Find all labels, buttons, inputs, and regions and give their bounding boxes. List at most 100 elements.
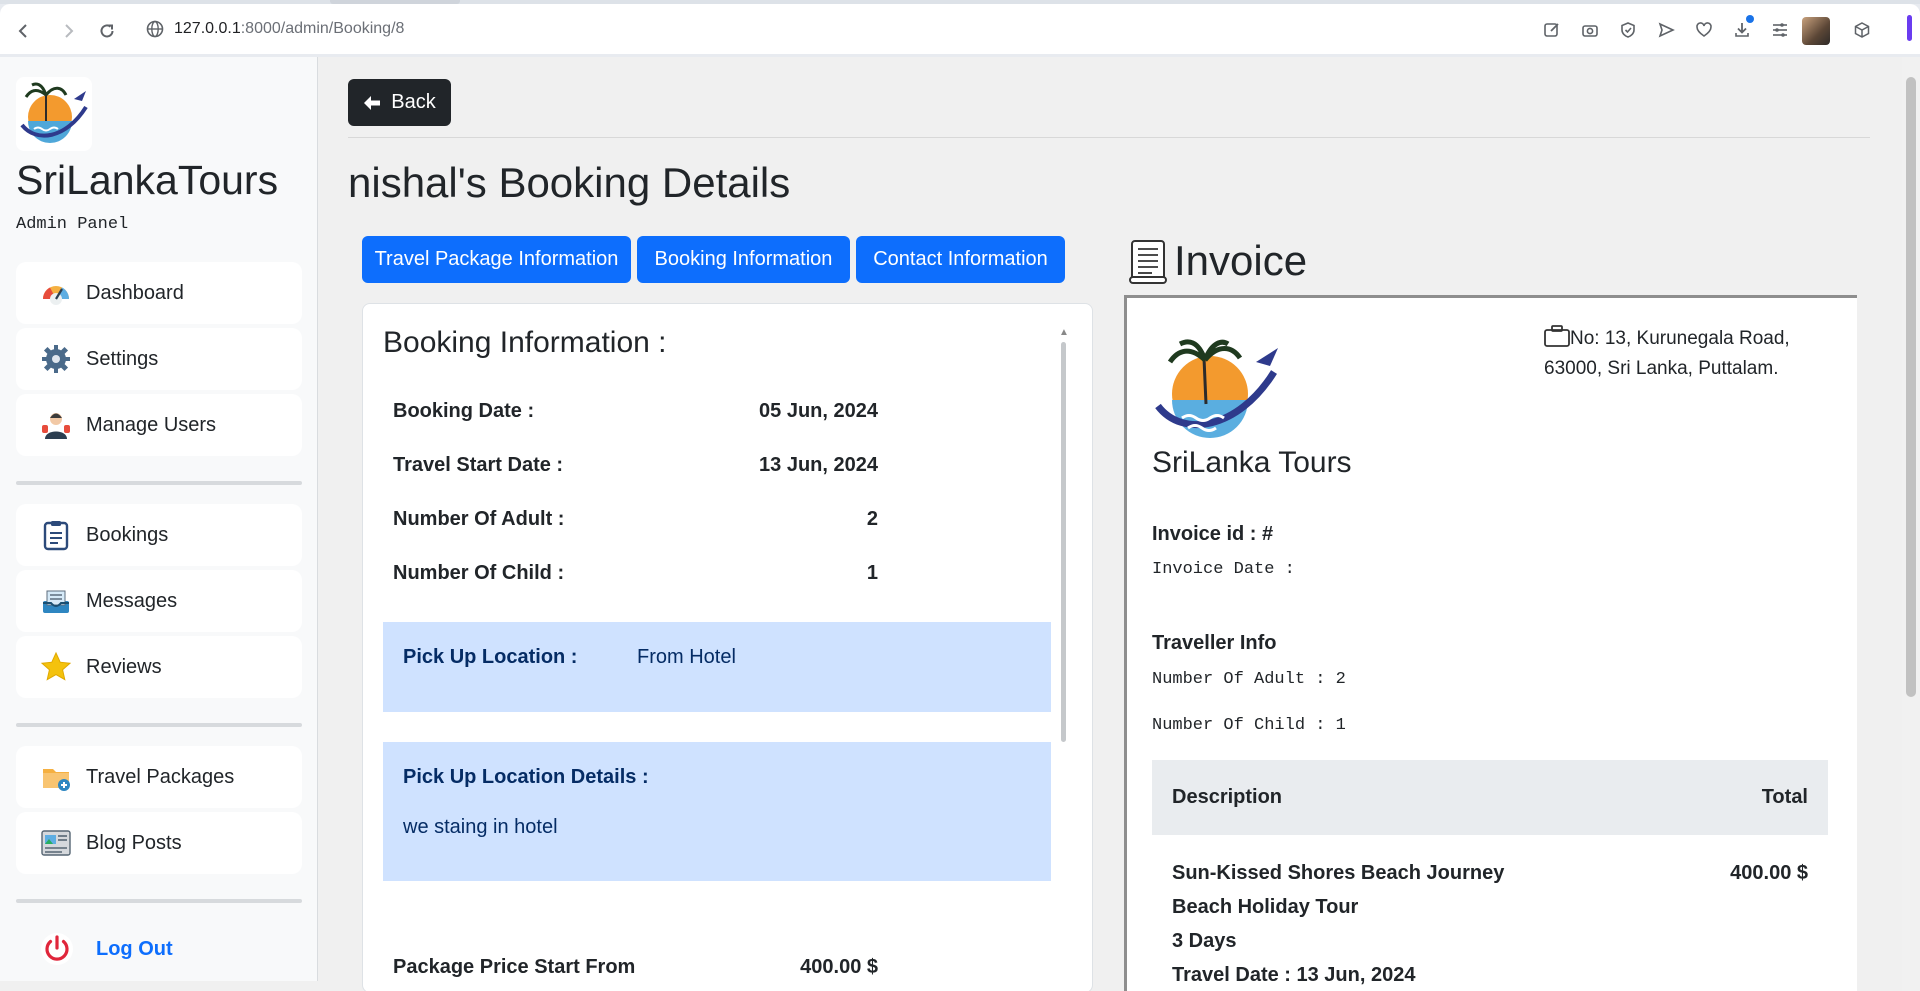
invoice-child-count: Number Of Child : 1: [1152, 716, 1346, 735]
invoice-header: Invoice: [1128, 237, 1307, 285]
cube-icon[interactable]: [1850, 18, 1874, 42]
pickup-location-label: Pick Up Location :: [403, 646, 578, 668]
url-path: :8000/admin/Booking/8: [240, 20, 405, 37]
sidebar-item-label: Blog Posts: [86, 831, 182, 854]
invoice-adult-count: Number Of Adult : 2: [1152, 670, 1346, 689]
sidebar-divider: [16, 481, 302, 485]
profile-avatar[interactable]: [1802, 17, 1830, 45]
users-icon: [42, 413, 70, 439]
info-row-travel-start-date: Travel Start Date : 13 Jun, 2024: [393, 454, 878, 477]
row-value: 2: [866, 508, 878, 530]
forward-arrow-icon[interactable]: [58, 20, 80, 42]
sidebar-item-blog-posts[interactable]: Blog Posts: [16, 812, 302, 874]
row-label: Travel Start Date :: [393, 454, 564, 476]
browser-chrome: 127.0.0.1:8000/admin/Booking/8: [0, 0, 1920, 57]
item-duration: 3 Days: [1172, 930, 1237, 952]
power-icon: [41, 933, 73, 965]
invoice-table-header: Description Total: [1152, 760, 1828, 835]
logo-icon[interactable]: [16, 77, 92, 151]
arrow-left-icon: [364, 95, 381, 110]
pickup-details-box: Pick Up Location Details : we staing in …: [383, 742, 1051, 881]
extensions-area: [1540, 15, 1920, 45]
item-name: Sun-Kissed Shores Beach Journey: [1172, 862, 1505, 884]
package-icon: [43, 769, 70, 791]
info-row-package-price: Package Price Start From 400.00 $: [393, 956, 878, 979]
sidebar-item-reviews[interactable]: Reviews: [16, 636, 302, 698]
invoice-date: Invoice Date :: [1152, 560, 1295, 579]
sidebar-item-label: Bookings: [86, 523, 169, 546]
row-label: Number Of Child :: [393, 562, 565, 584]
card-scroll-thumb[interactable]: [1061, 342, 1066, 742]
sidebar-item-label: Manage Users: [86, 413, 217, 436]
header-divider: [348, 137, 1870, 138]
invoice-brand: SriLanka Tours: [1152, 446, 1352, 479]
main-content: Back nishal's Booking Details Travel Pac…: [318, 57, 1902, 991]
camera-icon[interactable]: [1578, 18, 1602, 42]
clipboard-icon: [43, 521, 69, 551]
sidebar-item-travel-packages[interactable]: Travel Packages: [16, 746, 302, 808]
send-icon[interactable]: [1654, 18, 1678, 42]
sidebar-divider: [16, 723, 302, 727]
invoice-line-item: Sun-Kissed Shores Beach Journey 400.00 $: [1172, 862, 1808, 885]
admin-sidebar: SriLankaTours Admin Panel Dashboard Sett…: [0, 57, 318, 981]
tab-contact-information[interactable]: Contact Information: [856, 236, 1065, 283]
sidebar-item-manage-users[interactable]: Manage Users: [16, 394, 302, 456]
row-value: 1: [866, 562, 878, 584]
tab-label: Booking Information: [654, 248, 833, 270]
briefcase-icon: [1544, 325, 1570, 347]
traveller-info-heading: Traveller Info: [1152, 632, 1277, 654]
info-row-booking-date: Booking Date : 05 Jun, 2024: [393, 400, 878, 423]
sidebar-brand: SriLankaTours: [16, 157, 279, 203]
sidebar-item-label: Travel Packages: [86, 765, 235, 788]
heart-icon[interactable]: [1692, 18, 1716, 42]
edit-icon[interactable]: [1540, 18, 1564, 42]
item-type: Beach Holiday Tour: [1172, 896, 1359, 918]
blog-icon: [41, 830, 71, 856]
site-info-icon[interactable]: [146, 20, 164, 38]
page-scrollbar[interactable]: [1902, 57, 1920, 991]
info-row-number-of-child: Number Of Child : 1: [393, 562, 878, 585]
invoice-scroll-icon: [1129, 240, 1167, 284]
sidebar-item-bookings[interactable]: Bookings: [16, 504, 302, 566]
info-row-number-of-adult: Number Of Adult : 2: [393, 508, 878, 531]
sidebar-item-messages[interactable]: Messages: [16, 570, 302, 632]
invoice-card: No: 13, Kurunegala Road, 63000, Sri Lank…: [1124, 295, 1857, 991]
customer-name: nishal: [348, 159, 458, 206]
download-badge: [1746, 15, 1754, 23]
sidebar-subtitle: Admin Panel: [16, 215, 129, 234]
page-title: nishal's Booking Details: [348, 159, 790, 207]
row-value: 13 Jun, 2024: [759, 454, 878, 476]
invoice-address-text: No: 13, Kurunegala Road, 63000, Sri Lank…: [1544, 328, 1790, 379]
back-arrow-icon[interactable]: [12, 20, 34, 42]
url-host: 127.0.0.1: [174, 20, 241, 37]
sidebar-item-settings[interactable]: Settings: [16, 328, 302, 390]
tab-label: Travel Package Information: [374, 248, 619, 270]
shield-icon[interactable]: [1616, 18, 1640, 42]
sidebar-item-label: Reviews: [86, 655, 162, 678]
tab-booking-information[interactable]: Booking Information: [637, 236, 850, 283]
sliders-icon[interactable]: [1768, 18, 1792, 42]
card-scrollbar[interactable]: ▲: [1059, 328, 1069, 748]
gear-icon: [42, 345, 70, 373]
sidebar-item-label: Messages: [86, 589, 178, 612]
address-bar[interactable]: 127.0.0.1:8000/admin/Booking/8: [146, 4, 404, 54]
tab-travel-package-information[interactable]: Travel Package Information: [362, 236, 631, 283]
sidebar-toggle-indicator[interactable]: [1907, 15, 1912, 41]
invoice-title: Invoice: [1174, 237, 1308, 284]
inbox-icon: [43, 590, 69, 613]
column-total: Total: [1761, 786, 1808, 808]
sidebar-item-label: Settings: [86, 347, 159, 370]
row-value: 400.00 $: [800, 956, 878, 978]
logout-link[interactable]: Log Out: [40, 932, 173, 966]
page-scroll-thumb[interactable]: [1906, 77, 1916, 697]
booking-info-heading: Booking Information :: [383, 326, 667, 359]
column-description: Description: [1172, 786, 1283, 808]
dashboard-icon: [43, 286, 69, 305]
page: SriLankaTours Admin Panel Dashboard Sett…: [0, 57, 1920, 991]
back-button[interactable]: Back: [348, 79, 451, 126]
reload-icon[interactable]: [96, 20, 118, 42]
scroll-up-icon[interactable]: ▲: [1059, 328, 1069, 338]
item-travel-date: Travel Date : 13 Jun, 2024: [1172, 964, 1416, 986]
invoice-address: No: 13, Kurunegala Road, 63000, Sri Lank…: [1544, 324, 1844, 384]
sidebar-item-dashboard[interactable]: Dashboard: [16, 262, 302, 324]
